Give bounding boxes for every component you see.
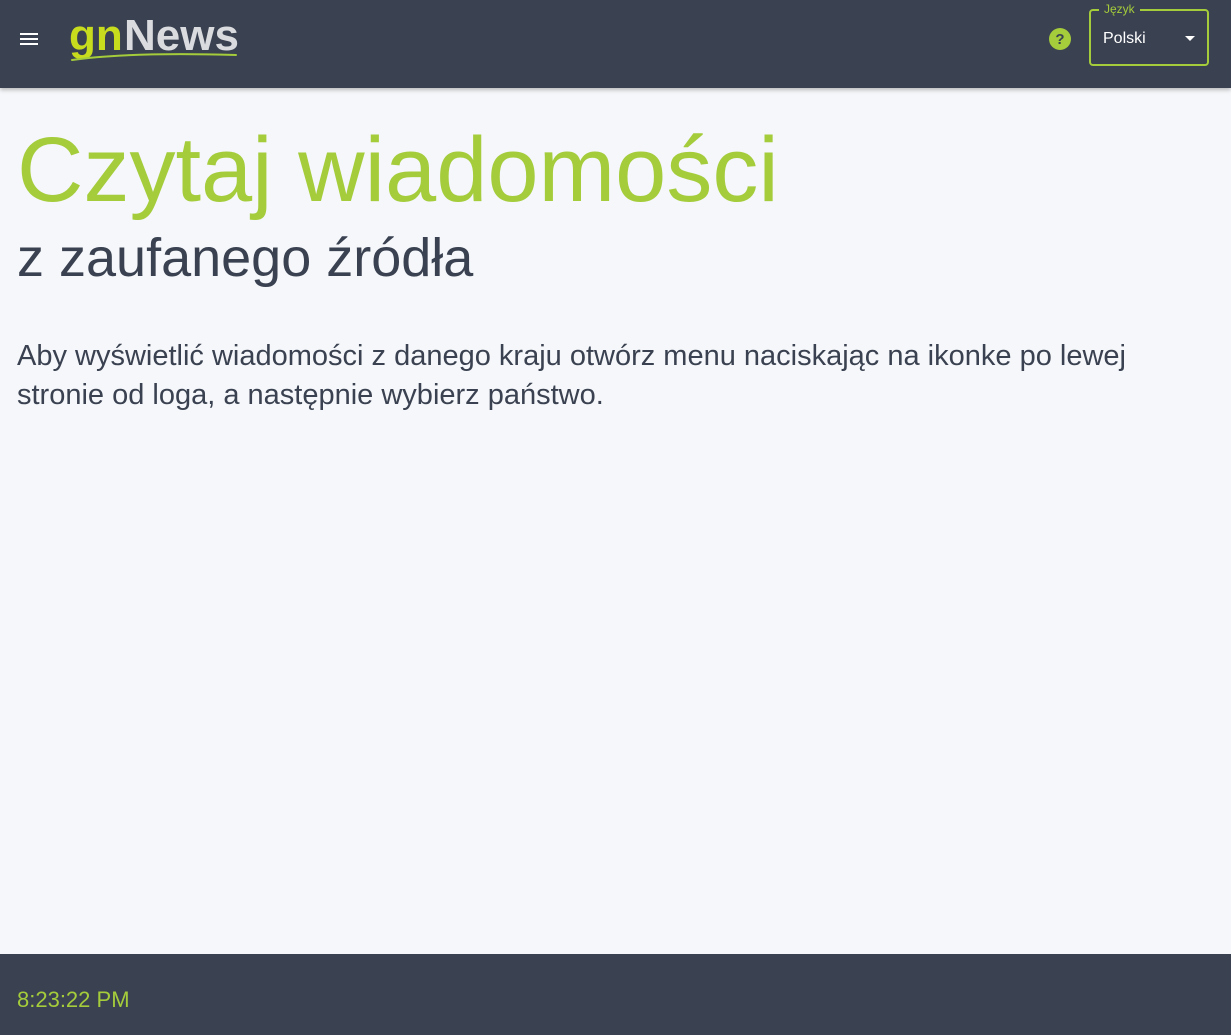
top-app-bar: gn News ? Język Polski	[0, 0, 1231, 88]
page-headline: Czytaj wiadomości	[17, 119, 779, 221]
logo-text-news: News	[124, 12, 239, 60]
logo-text-gn: gn	[69, 12, 123, 60]
language-select[interactable]: Język Polski	[1089, 2, 1209, 66]
gnnews-logo[interactable]: gn News	[68, 12, 264, 64]
menu-button[interactable]	[10, 20, 48, 58]
language-select-value: Polski	[1103, 30, 1146, 47]
footer-bar: 8:23:22 PM	[0, 954, 1231, 1035]
help-icon[interactable]: ?	[1049, 28, 1071, 50]
menu-icon	[20, 33, 38, 45]
page-subheadline: z zaufanego źródła	[17, 228, 474, 288]
main-content: Czytaj wiadomości z zaufanego źródła Aby…	[0, 88, 1231, 954]
language-select-label: Język	[1099, 2, 1140, 16]
instructions-text: Aby wyświetlić wiadomości z danego kraju…	[17, 340, 1126, 411]
footer-clock: 8:23:22 PM	[17, 987, 130, 1012]
help-glyph: ?	[1055, 30, 1065, 48]
caret-down-icon	[1185, 36, 1195, 41]
